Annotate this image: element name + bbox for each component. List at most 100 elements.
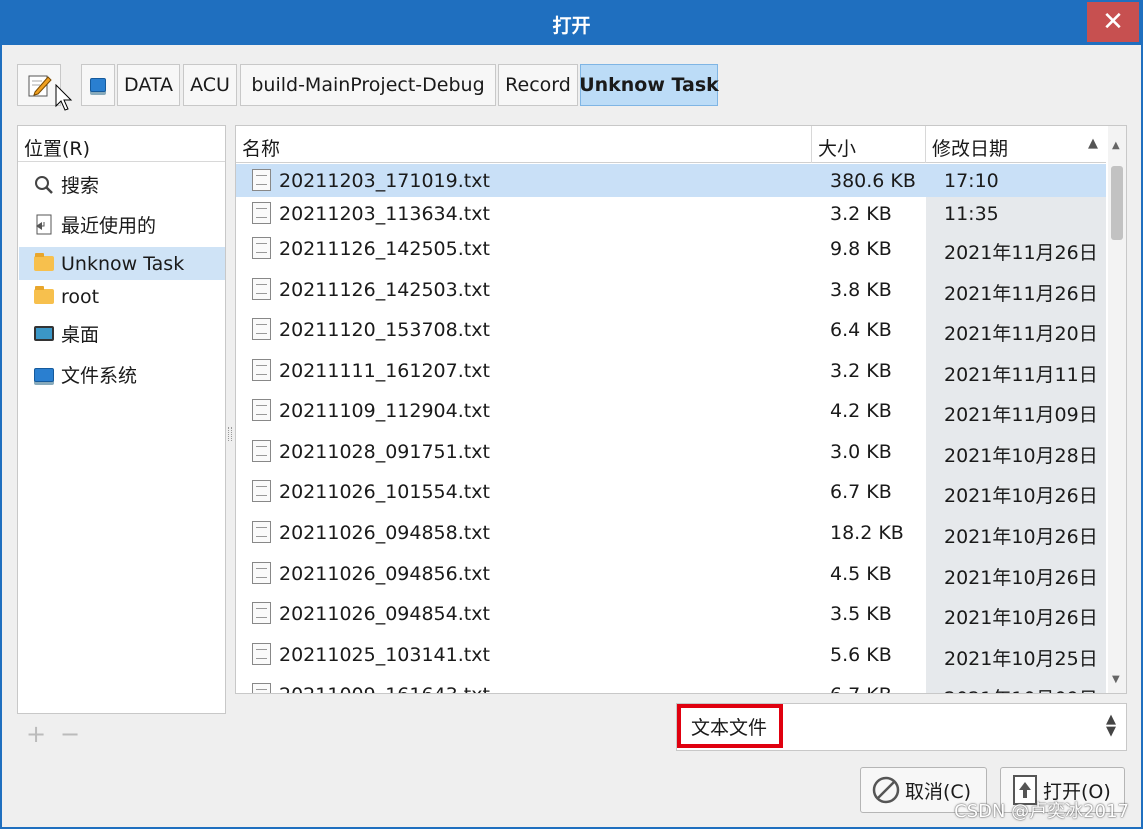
updown-arrows-icon: ▲ ▼ <box>1106 712 1116 739</box>
text-file-icon <box>252 399 271 421</box>
file-name: 20211025_103141.txt <box>279 644 490 666</box>
file-row[interactable]: 20211026_101554.txt 6.7 KB 2021年10月26日 <box>236 475 1106 508</box>
file-size: 3.8 KB <box>830 279 892 301</box>
desktop-icon <box>34 326 54 341</box>
file-list-header: 名称 大小 修改日期 ▲ <box>236 126 1106 163</box>
text-file-icon <box>252 480 271 502</box>
file-size: 6.4 KB <box>830 319 892 341</box>
file-row[interactable]: 20211203_113634.txt 3.2 KB 11:35 <box>236 197 1106 230</box>
cancel-icon <box>872 776 900 804</box>
file-modified: 2021年10月25日 <box>944 648 1098 670</box>
file-row[interactable]: 20211126_142505.txt 9.8 KB 2021年11月26日 <box>236 232 1106 265</box>
add-place-button[interactable]: + <box>26 720 46 748</box>
edit-icon <box>28 75 52 97</box>
place-desktop[interactable]: 桌面 <box>19 317 225 350</box>
file-row[interactable]: 20211111_161207.txt 3.2 KB 2021年11月11日 <box>236 354 1106 387</box>
file-size: 3.2 KB <box>830 360 892 382</box>
file-row[interactable]: 20211126_142503.txt 3.8 KB 2021年11月26日 <box>236 273 1106 306</box>
file-name: 20211111_161207.txt <box>279 360 490 382</box>
place-recent[interactable]: 最近使用的 <box>19 208 225 241</box>
text-file-icon <box>252 562 271 584</box>
column-header-modified[interactable]: 修改日期 ▲ <box>926 126 1106 163</box>
place-label: 搜索 <box>61 175 100 197</box>
file-row[interactable]: 20211203_171019.txt 380.6 KB 17:10 <box>236 164 1106 197</box>
pane-splitter[interactable] <box>228 427 232 441</box>
file-size: 3.2 KB <box>830 203 892 225</box>
file-size: 6.7 KB <box>830 684 892 693</box>
text-file-icon <box>252 318 271 340</box>
place-search[interactable]: 搜索 <box>19 168 225 201</box>
scroll-up-icon[interactable]: ▲ <box>1112 140 1120 151</box>
file-name: 20211026_101554.txt <box>279 481 490 503</box>
file-type-selected: 文本文件 <box>677 704 783 748</box>
file-size: 380.6 KB <box>830 170 916 192</box>
folder-icon <box>34 253 54 271</box>
search-icon <box>33 175 55 195</box>
scrollbar-thumb[interactable] <box>1111 166 1123 240</box>
file-row[interactable]: 20211120_153708.txt 6.4 KB 2021年11月20日 <box>236 313 1106 346</box>
file-size: 3.5 KB <box>830 603 892 625</box>
pathbar-segment-build[interactable]: build-MainProject-Debug <box>240 64 496 106</box>
file-modified: 2021年11月09日 <box>944 404 1098 426</box>
text-file-icon <box>252 202 271 224</box>
file-row[interactable]: 20211028_091751.txt 3.0 KB 2021年10月28日 <box>236 435 1106 468</box>
place-filesystem[interactable]: 文件系统 <box>19 358 225 391</box>
file-modified: 2021年11月26日 <box>944 242 1098 264</box>
file-row[interactable]: 20211109_112904.txt 4.2 KB 2021年11月09日 <box>236 394 1106 427</box>
place-root[interactable]: root <box>19 280 225 313</box>
file-name: 20211028_091751.txt <box>279 441 490 463</box>
file-modified: 2021年11月20日 <box>944 323 1098 345</box>
pathbar-segment-data[interactable]: DATA <box>117 64 180 106</box>
file-size: 3.0 KB <box>830 441 892 463</box>
place-label: 文件系统 <box>61 365 138 387</box>
pathbar-segment-record[interactable]: Record <box>498 64 578 106</box>
file-size: 6.7 KB <box>830 481 892 503</box>
file-size: 4.5 KB <box>830 563 892 585</box>
sort-ascending-icon: ▲ <box>1088 136 1098 151</box>
file-type-filter[interactable]: 文本文件 ▲ ▼ <box>676 703 1127 751</box>
file-name: 20211109_112904.txt <box>279 400 490 422</box>
column-header-name[interactable]: 名称 <box>236 126 812 163</box>
file-open-dialog: 打开 ✕ DATA ACU build-MainProject-Debug Re… <box>2 2 1141 827</box>
file-modified: 2021年10月09日 <box>944 684 1098 693</box>
file-name: 20211203_113634.txt <box>279 203 490 225</box>
place-label: 桌面 <box>61 324 100 346</box>
folder-icon <box>34 286 54 304</box>
pathbar-segment-unknow-task[interactable]: Unknow Task <box>579 64 719 106</box>
place-unknow-task[interactable]: Unknow Task <box>19 247 225 280</box>
file-row[interactable]: 20211025_103141.txt 5.6 KB 2021年10月25日 <box>236 638 1106 671</box>
file-size: 5.6 KB <box>830 644 892 666</box>
text-file-icon <box>252 278 271 300</box>
vertical-scrollbar[interactable]: ▲ ▼ <box>1108 126 1126 693</box>
file-modified: 2021年10月26日 <box>944 485 1098 507</box>
text-file-icon <box>252 237 271 259</box>
watermark: CSDN @卢奕冰2017 <box>954 801 1129 822</box>
file-row[interactable]: 20211026_094854.txt 3.5 KB 2021年10月26日 <box>236 597 1106 630</box>
text-file-icon <box>252 359 271 381</box>
file-modified: 2021年10月28日 <box>944 445 1098 467</box>
place-label: root <box>61 285 100 308</box>
remove-place-button[interactable]: − <box>60 720 80 748</box>
text-file-icon <box>252 643 271 665</box>
text-file-icon <box>252 521 271 543</box>
file-name: 20211009_161643.txt <box>279 684 490 693</box>
place-label: Unknow Task <box>61 252 185 275</box>
places-header: 位置(R) <box>18 126 225 162</box>
scroll-down-icon[interactable]: ▼ <box>1112 674 1120 685</box>
places-sidebar: 位置(R) 搜索 最近使用的 Unknow Task root 桌面 文件系统 <box>17 125 226 714</box>
file-name: 20211203_171019.txt <box>279 170 490 192</box>
pathbar-segment-acu[interactable]: ACU <box>183 64 237 106</box>
file-row[interactable]: 20211009_161643.txt 6.7 KB 2021年10月09日 <box>236 678 1106 693</box>
column-header-size[interactable]: 大小 <box>812 126 926 163</box>
file-size: 18.2 KB <box>830 522 904 544</box>
file-size: 9.8 KB <box>830 238 892 260</box>
file-modified: 2021年10月26日 <box>944 567 1098 589</box>
file-row[interactable]: 20211026_094856.txt 4.5 KB 2021年10月26日 <box>236 557 1106 590</box>
text-file-icon <box>252 683 271 693</box>
file-name: 20211126_142505.txt <box>279 238 490 260</box>
close-button[interactable]: ✕ <box>1087 2 1139 42</box>
file-row[interactable]: 20211026_094858.txt 18.2 KB 2021年10月26日 <box>236 516 1106 549</box>
pathbar-root-drive[interactable] <box>81 64 115 106</box>
file-modified: 2021年10月26日 <box>944 526 1098 548</box>
file-modified: 2021年11月26日 <box>944 283 1098 305</box>
